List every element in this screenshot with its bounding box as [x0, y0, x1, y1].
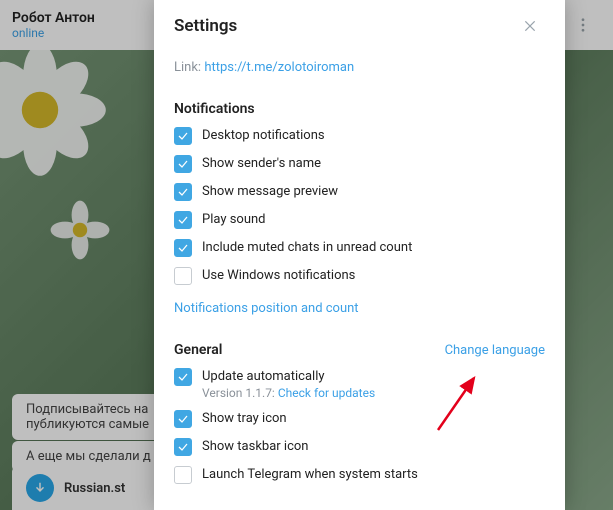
version-text: Version 1.1.7: Check for updates	[202, 386, 375, 400]
general-option-row: Update automatically Version 1.1.7: Check…	[174, 368, 545, 400]
notification-option-row: Desktop notifications	[174, 127, 545, 145]
notification-option-checkbox[interactable]	[174, 211, 192, 229]
settings-modal: Settings Link: https://t.me/zolotoiroman…	[154, 0, 565, 510]
general-option-label: Show tray icon	[202, 411, 287, 426]
general-option-label: Launch Telegram when system starts	[202, 467, 418, 482]
close-icon[interactable]	[515, 11, 545, 41]
general-option-row: Show taskbar icon	[174, 438, 545, 456]
general-option-label: Show taskbar icon	[202, 439, 308, 454]
app-root: Робот Антон online Подписывайтесь на пуб…	[0, 0, 613, 510]
modal-header: Settings	[154, 0, 565, 52]
notification-option-checkbox[interactable]	[174, 155, 192, 173]
notification-option-label: Use Windows notifications	[202, 268, 355, 283]
username-link-row: Link: https://t.me/zolotoiroman	[174, 60, 545, 75]
general-option-checkbox[interactable]	[174, 410, 192, 428]
modal-title: Settings	[174, 16, 515, 36]
general-option-checkbox[interactable]	[174, 368, 192, 386]
notification-option-row: Use Windows notifications	[174, 267, 545, 285]
link-label: Link:	[174, 60, 201, 75]
notification-option-checkbox[interactable]	[174, 239, 192, 257]
notification-option-row: Show sender's name	[174, 155, 545, 173]
notification-option-row: Show message preview	[174, 183, 545, 201]
general-option-checkbox[interactable]	[174, 466, 192, 484]
notification-option-checkbox[interactable]	[174, 127, 192, 145]
general-option-checkbox[interactable]	[174, 438, 192, 456]
username-link[interactable]: https://t.me/zolotoiroman	[204, 60, 354, 75]
check-updates-link[interactable]: Check for updates	[278, 386, 375, 400]
general-option-row: Show tray icon	[174, 410, 545, 428]
notification-option-row: Play sound	[174, 211, 545, 229]
general-section-title: General	[174, 342, 445, 358]
notification-option-label: Show sender's name	[202, 156, 321, 171]
notifications-position-link[interactable]: Notifications position and count	[174, 301, 359, 316]
notification-option-label: Show message preview	[202, 184, 338, 199]
notification-option-label: Include muted chats in unread count	[202, 240, 412, 255]
notifications-section-title: Notifications	[174, 101, 545, 117]
change-language-link[interactable]: Change language	[445, 343, 545, 358]
general-option-row: Launch Telegram when system starts	[174, 466, 545, 484]
notification-option-row: Include muted chats in unread count	[174, 239, 545, 257]
notification-option-label: Play sound	[202, 212, 266, 227]
notification-option-checkbox[interactable]	[174, 183, 192, 201]
modal-body[interactable]: Link: https://t.me/zolotoiroman Notifica…	[154, 52, 565, 510]
notification-option-label: Desktop notifications	[202, 128, 325, 143]
notification-option-checkbox[interactable]	[174, 267, 192, 285]
general-option-label: Update automatically	[202, 369, 375, 384]
